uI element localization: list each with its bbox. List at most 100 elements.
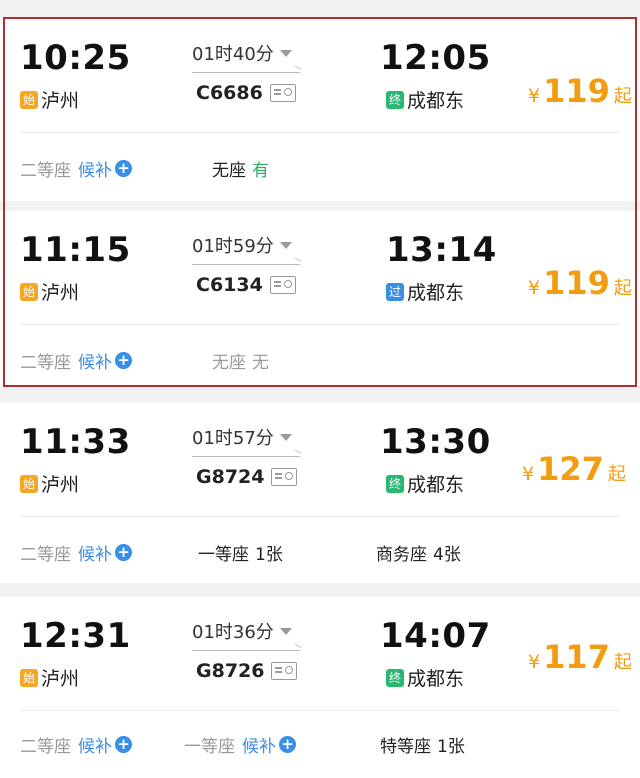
plus-circle-icon[interactable]: + (115, 544, 132, 561)
price-value: 127 (537, 450, 604, 488)
seat-no-seat: 无座 无 (212, 348, 269, 373)
train-number[interactable]: C6134 (196, 274, 296, 296)
price: ¥ 127 起 (522, 450, 626, 488)
seat-label: 二等座 (20, 161, 71, 181)
chevron-down-icon (279, 49, 292, 57)
seat-first-class: 一等座 候补 + (184, 732, 296, 757)
duration-text: 01时40分 (192, 44, 274, 65)
arrival-station-name: 成都东 (407, 90, 465, 112)
train-number-text: G8726 (196, 660, 265, 682)
seat-availability: 4张 (433, 545, 461, 565)
seat-availability: 无 (252, 353, 269, 373)
seat-second-class: 二等座 候补 + (20, 732, 132, 757)
chevron-down-icon (279, 627, 292, 635)
id-card-icon (269, 84, 296, 102)
duration-arrow-line (192, 264, 300, 265)
seat-label: 二等座 (20, 353, 71, 373)
price-suffix: 起 (613, 278, 632, 299)
duration-toggle[interactable]: 01时40分 (192, 40, 292, 66)
train-row[interactable]: 12:31 始 泸州 01时36分 G8726 14:07 终 成都东 ¥ 11… (0, 606, 640, 776)
departure-station: 始 泸州 (20, 664, 79, 691)
arrival-station: 终 成都东 (386, 664, 464, 691)
arrival-station: 终 成都东 (386, 470, 464, 497)
currency-symbol: ¥ (528, 651, 541, 673)
arrival-time: 13:30 (380, 422, 491, 462)
seat-label: 二等座 (20, 737, 71, 757)
train-number[interactable]: C6686 (196, 82, 296, 104)
train-row[interactable]: 11:33 始 泸州 01时57分 G8724 13:30 终 成都东 ¥ 12… (0, 412, 640, 582)
origin-tag-icon: 始 (20, 474, 38, 493)
waitlist-button[interactable]: 候补 (78, 348, 112, 373)
train-number-text: C6686 (196, 82, 263, 104)
price-suffix: 起 (613, 652, 632, 673)
arrival-station-name: 成都东 (407, 668, 465, 690)
arrival-station-name: 成都东 (407, 474, 465, 496)
train-number-text: C6134 (196, 274, 263, 296)
price-value: 117 (543, 638, 610, 676)
duration-arrow-line (192, 650, 300, 651)
duration-toggle[interactable]: 01时36分 (192, 618, 292, 644)
price: ¥ 119 起 (528, 264, 632, 302)
train-number[interactable]: G8726 (196, 660, 298, 682)
train-number[interactable]: G8724 (196, 466, 298, 488)
waitlist-button[interactable]: 候补 (78, 732, 112, 757)
id-card-icon (269, 276, 296, 294)
arrival-station: 过 成都东 (386, 278, 464, 305)
seat-label: 二等座 (20, 545, 71, 565)
seat-availability: 1张 (437, 737, 465, 757)
top-strip (0, 0, 640, 8)
duration-text: 01时57分 (192, 428, 274, 449)
arrival-station: 终 成都东 (386, 86, 464, 113)
seat-availability: 有 (252, 161, 269, 181)
plus-circle-icon[interactable]: + (115, 352, 132, 369)
seat-label: 一等座 (184, 737, 235, 757)
price: ¥ 117 起 (528, 638, 632, 676)
arrival-time: 13:14 (386, 230, 497, 270)
departure-station-name: 泸州 (41, 474, 80, 496)
departure-station-name: 泸州 (41, 668, 80, 690)
seat-second-class: 二等座 候补 + (20, 156, 132, 181)
seat-label: 一等座 (198, 545, 249, 565)
price-value: 119 (543, 72, 610, 110)
train-row[interactable]: 11:15 始 泸州 01时59分 C6134 13:14 过 成都东 ¥ 11… (0, 220, 640, 390)
price-suffix: 起 (607, 464, 626, 485)
id-card-icon (271, 662, 298, 680)
departure-station: 始 泸州 (20, 470, 79, 497)
seat-label: 无座 (212, 161, 246, 181)
duration-text: 01时59分 (192, 236, 274, 257)
arrival-station-name: 成都东 (407, 282, 465, 304)
seat-premium-class: 特等座 1张 (380, 732, 465, 757)
departure-station-name: 泸州 (41, 282, 80, 304)
plus-circle-icon[interactable]: + (115, 160, 132, 177)
departure-time: 11:33 (20, 422, 131, 462)
departure-time: 10:25 (20, 38, 131, 78)
departure-station: 始 泸州 (20, 86, 79, 113)
departure-time: 12:31 (20, 616, 131, 656)
seat-label: 商务座 (376, 545, 427, 565)
duration-toggle[interactable]: 01时57分 (192, 424, 292, 450)
origin-tag-icon: 始 (20, 282, 38, 301)
seat-no-seat: 无座 有 (212, 156, 269, 181)
divider (20, 516, 620, 517)
plus-circle-icon[interactable]: + (115, 736, 132, 753)
terminal-tag-icon: 终 (386, 474, 404, 493)
divider (20, 132, 620, 133)
duration-toggle[interactable]: 01时59分 (192, 232, 292, 258)
waitlist-button[interactable]: 候补 (78, 540, 112, 565)
seat-business-class: 商务座 4张 (376, 540, 461, 565)
seat-label: 特等座 (380, 737, 431, 757)
currency-symbol: ¥ (528, 277, 541, 299)
waitlist-button[interactable]: 候补 (242, 732, 276, 757)
train-row[interactable]: 10:25 始 泸州 01时40分 C6686 12:05 终 成都东 ¥ 11… (0, 28, 640, 211)
seat-label: 无座 (212, 353, 246, 373)
divider (20, 710, 620, 711)
waitlist-button[interactable]: 候补 (78, 156, 112, 181)
departure-time: 11:15 (20, 230, 131, 270)
currency-symbol: ¥ (522, 463, 535, 485)
seat-second-class: 二等座 候补 + (20, 540, 132, 565)
origin-tag-icon: 始 (20, 668, 38, 687)
price: ¥ 119 起 (528, 72, 632, 110)
plus-circle-icon[interactable]: + (279, 736, 296, 753)
seat-availability: 1张 (255, 545, 283, 565)
terminal-tag-icon: 终 (386, 668, 404, 687)
